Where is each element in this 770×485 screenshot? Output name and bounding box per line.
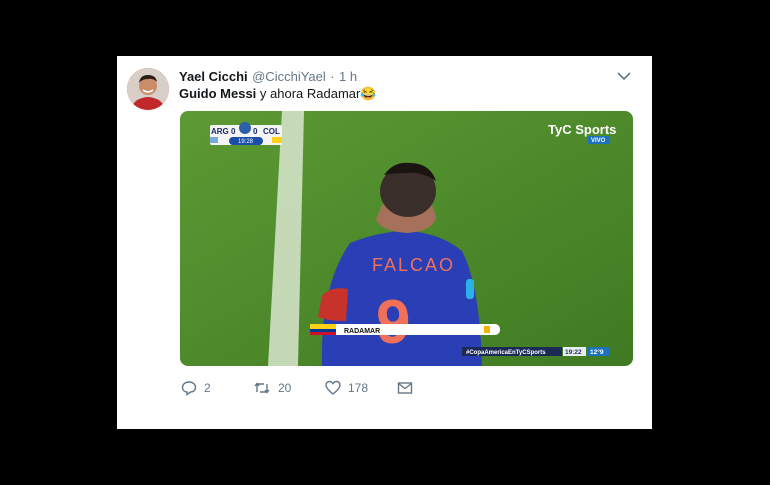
lower-third-name: RADAMAR <box>344 328 380 335</box>
tweet-card: Yael Cicchi @CicchiYael · 1 h Guido Mess… <box>117 56 652 429</box>
reply-button[interactable]: 2 <box>181 378 211 398</box>
author-handle[interactable]: @CicchiYael <box>252 69 326 84</box>
author-name[interactable]: Yael Cicchi <box>179 69 248 84</box>
match-clock: 19:28 <box>238 139 254 145</box>
direct-message-button[interactable] <box>397 378 413 398</box>
tweet-text-rest: y ahora Radamar <box>256 86 361 101</box>
like-button[interactable]: 178 <box>325 378 368 398</box>
jersey-number: 9 <box>376 288 410 357</box>
separator-dot: · <box>330 69 335 84</box>
tweet-time[interactable]: 1 h <box>339 69 357 84</box>
reply-icon <box>181 381 197 396</box>
chevron-down-icon[interactable] <box>616 70 632 82</box>
retweet-button[interactable]: 20 <box>253 378 291 398</box>
hashtag: #CopaAmericaEnTyCSports <box>466 350 546 356</box>
tweet-actions: 2 20 178 <box>181 378 481 398</box>
laughing-emoji-icon: 😂 <box>360 86 377 101</box>
team1-abbr: ARG <box>211 127 229 136</box>
avatar[interactable] <box>127 68 169 110</box>
like-count: 178 <box>348 381 369 395</box>
tweet-text-bold: Guido Messi <box>179 86 257 101</box>
scoreboard: ARG 0 0 COL 19:28 <box>210 122 282 145</box>
team1-score: 0 <box>231 127 236 136</box>
retweet-count: 20 <box>278 381 292 395</box>
retweet-icon <box>254 382 270 394</box>
envelope-icon <box>397 382 413 394</box>
ticker-time: 19:22 <box>565 349 582 356</box>
heart-icon <box>325 380 341 395</box>
reply-count: 2 <box>204 381 211 395</box>
lower-third-nameplate: RADAMAR <box>310 324 500 335</box>
team2-score: 0 <box>253 127 258 136</box>
live-label: VIVO <box>591 138 606 144</box>
jersey-name: FALCAO <box>372 255 455 275</box>
ticker-temp: 12°9 <box>590 348 604 356</box>
tweet-media-image[interactable]: ARG 0 0 COL 19:28 TyC Sports VIVO FALCAO <box>180 111 633 366</box>
broadcaster-name: TyC Sports <box>548 122 616 137</box>
team2-abbr: COL <box>263 127 280 136</box>
tweet-header: Yael Cicchi @CicchiYael · 1 h <box>179 68 638 86</box>
tweet-text: Guido Messi y ahora Radamar😂 <box>179 86 377 102</box>
